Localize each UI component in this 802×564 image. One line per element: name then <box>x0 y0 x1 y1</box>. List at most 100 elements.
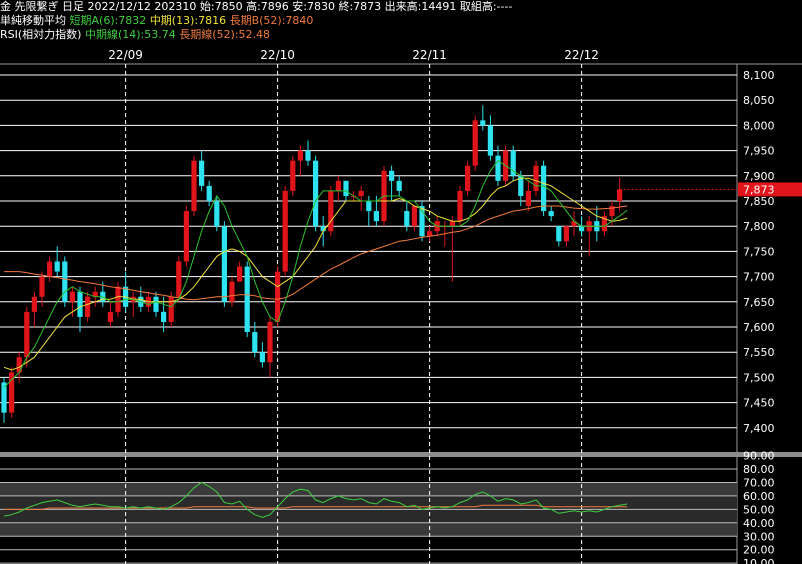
candle-body <box>275 271 281 322</box>
candle-body <box>366 201 372 212</box>
candle-body <box>229 281 235 302</box>
rsi-tick-label: 60.00 <box>743 490 775 503</box>
candle <box>617 177 623 212</box>
candle <box>123 271 129 312</box>
candle-body <box>77 291 83 317</box>
candle <box>472 115 478 171</box>
candle-body <box>533 165 539 191</box>
price-tick-label: 8,050 <box>743 94 775 107</box>
candle <box>571 211 577 237</box>
candle <box>267 316 273 378</box>
candle-body <box>252 332 258 353</box>
candle-body <box>541 165 547 212</box>
candle <box>244 261 250 338</box>
candle <box>556 226 562 247</box>
price-tick-label: 7,950 <box>743 145 775 158</box>
candle-body <box>290 160 296 191</box>
candle-body <box>343 180 349 196</box>
candle-body <box>39 276 45 297</box>
candle-body <box>267 321 273 363</box>
candle <box>237 261 243 282</box>
candle <box>290 155 296 196</box>
candle <box>313 155 319 232</box>
candle-body <box>305 150 311 161</box>
candle-body <box>335 180 341 191</box>
candle <box>335 175 341 201</box>
price-tick-label: 7,550 <box>743 346 775 359</box>
x-tick-label: 22/10 <box>260 48 295 62</box>
candle <box>297 145 303 176</box>
rsi-tick-label: 30.00 <box>743 530 775 543</box>
candle-body <box>24 311 30 358</box>
candle <box>305 140 311 166</box>
candle-body <box>556 226 562 242</box>
candle <box>411 206 417 232</box>
candle <box>487 115 493 161</box>
price-tick-label: 7,450 <box>743 397 775 410</box>
candle-body <box>465 165 471 191</box>
candle-body <box>328 190 334 232</box>
candle <box>31 291 37 327</box>
candle <box>427 226 433 242</box>
candle <box>358 185 364 212</box>
candle-body <box>16 357 22 373</box>
candle-body <box>244 266 250 333</box>
candle-body <box>221 226 227 302</box>
candle <box>191 155 197 217</box>
candle <box>206 180 212 207</box>
price-tick-label: 7,600 <box>743 321 775 334</box>
rsi-tick-label: 80.00 <box>743 463 775 476</box>
candle-body <box>563 226 569 242</box>
candle-body <box>237 266 243 282</box>
panel-separator <box>0 452 802 457</box>
candle <box>548 206 554 222</box>
candle <box>525 180 531 212</box>
candle <box>115 281 121 317</box>
x-tick-label: 22/12 <box>564 48 599 62</box>
price-chart[interactable]: 8,100 8,050 8,000 7,950 7,900 7,850 7,800 7,750… <box>0 0 802 564</box>
candle <box>404 201 410 232</box>
rsi-tick-label: 50.00 <box>743 503 775 516</box>
candle-body <box>389 170 395 181</box>
candle <box>601 211 607 237</box>
candle-body <box>457 190 463 222</box>
candle-body <box>472 120 478 166</box>
candle <box>229 276 235 307</box>
candle-body <box>214 201 220 227</box>
candle-body <box>617 189 623 201</box>
candle <box>510 145 516 181</box>
price-tick-label: 7,400 <box>743 422 775 435</box>
x-tick-label: 22/09 <box>108 48 143 62</box>
candle <box>199 150 205 191</box>
price-tick-label: 7,900 <box>743 170 775 183</box>
candle-body <box>495 155 501 181</box>
candle-body <box>404 211 410 227</box>
candle <box>465 160 471 196</box>
candle-body <box>161 311 167 322</box>
candle <box>541 160 547 217</box>
candle-body <box>115 286 121 312</box>
candle-body <box>525 190 531 207</box>
candle <box>130 291 136 317</box>
x-tick-label: 22/11 <box>412 48 447 62</box>
candle <box>259 342 265 368</box>
candle-body <box>199 160 205 186</box>
price-tick-label: 7,650 <box>743 296 775 309</box>
candle <box>563 226 569 247</box>
candle-body <box>373 211 379 222</box>
candle <box>47 256 53 282</box>
candle-body <box>411 206 417 227</box>
candle-body <box>449 221 455 227</box>
candle-body <box>548 211 554 217</box>
candle <box>153 291 159 317</box>
candle-body <box>191 160 197 212</box>
candle <box>62 256 68 307</box>
price-tick-label: 7,750 <box>743 245 775 258</box>
candle-body <box>47 261 53 277</box>
rsi-top-tick-label: 90.00 <box>743 450 775 463</box>
candle-body <box>396 180 402 191</box>
candle-body <box>358 190 364 196</box>
candle <box>107 301 113 327</box>
candle <box>85 291 91 322</box>
candle-body <box>54 261 60 272</box>
